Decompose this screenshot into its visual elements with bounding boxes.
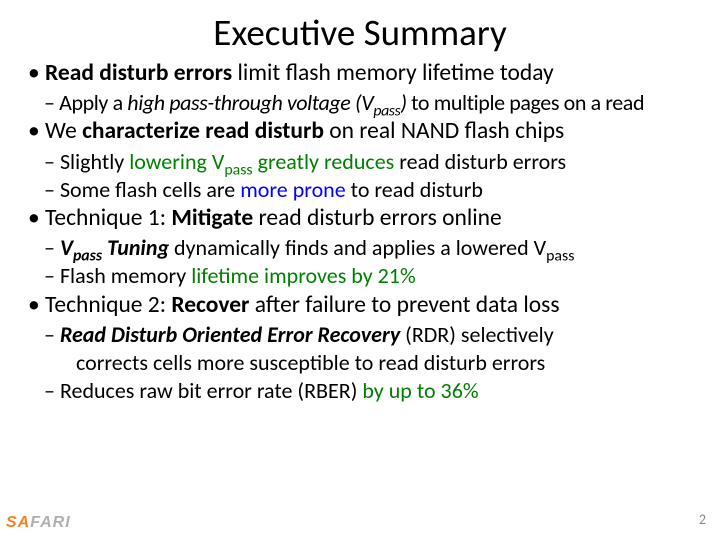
text-bold: Read disturb errors <box>45 59 232 87</box>
text: to multiple pages on a read <box>407 89 645 116</box>
text-green: lowering V <box>129 148 224 175</box>
text: Some flash cells are <box>60 176 240 203</box>
text: corrects cells more susceptible to read … <box>76 349 545 376</box>
text: Apply a <box>59 89 127 116</box>
text: Slightly <box>60 148 129 175</box>
text: read disturb errors online <box>253 204 502 232</box>
logo-part-grey: FARI <box>30 514 70 531</box>
bullet-technique-2: Technique 2: Recover after failure to pr… <box>28 291 692 320</box>
bullet-characterize: We characterize read disturb on real NAN… <box>28 117 692 146</box>
sub-rdr: Read Disturb Oriented Error Recovery (RD… <box>28 321 692 348</box>
text: Reduces raw bit error rate (RBER) <box>60 377 362 404</box>
text-blue: more prone <box>240 176 345 203</box>
bullet-read-disturb: Read disturb errors limit flash memory l… <box>28 59 692 88</box>
text-subscript: pass <box>546 247 574 266</box>
page-number: 2 <box>699 511 706 528</box>
text: Technique 1: <box>45 204 171 232</box>
text: dynamically finds and applies a lowered … <box>169 234 546 261</box>
sub-vpass-tuning: Vpass Tuning dynamically finds and appli… <box>28 234 692 261</box>
slide-body: Read disturb errors limit flash memory l… <box>28 59 692 405</box>
text: We <box>45 117 82 145</box>
text-italic: high pass-through voltage (V <box>127 89 373 116</box>
text-bold: characterize read disturb <box>82 117 324 145</box>
text-green: lifetime improves by 21% <box>191 262 416 289</box>
slide: Executive Summary Read disturb errors li… <box>0 0 720 540</box>
text: limit flash memory lifetime today <box>232 59 554 87</box>
sub-lifetime-improves: Flash memory lifetime improves by 21% <box>28 262 692 289</box>
text-bold: Mitigate <box>171 204 253 232</box>
text: Flash memory <box>60 262 191 289</box>
slide-title: Executive Summary <box>28 10 692 55</box>
sub-more-prone: Some flash cells are more prone to read … <box>28 176 692 203</box>
text-bold: Recover <box>171 291 249 319</box>
sub-rdr-cont: corrects cells more susceptible to read … <box>28 349 692 376</box>
safari-logo: SAFARI <box>6 514 71 532</box>
sub-lowering-vpass: Slightly lowering Vpass greatly reduces … <box>28 148 692 175</box>
text: read disturb errors <box>394 148 566 175</box>
sub-apply-voltage: Apply a high pass-through voltage (Vpass… <box>28 89 692 116</box>
text: (RDR) selectively <box>400 321 554 348</box>
bullet-technique-1: Technique 1: Mitigate read disturb error… <box>28 204 692 233</box>
text-bold-italic: V <box>60 234 73 261</box>
text: after failure to prevent data loss <box>249 291 559 319</box>
logo-part-orange: SA <box>6 514 30 531</box>
text-green: by up to 36% <box>362 377 478 404</box>
text: on real NAND flash chips <box>324 117 564 145</box>
text-green: greatly reduces <box>253 148 395 175</box>
text: Technique 2: <box>45 291 171 319</box>
text-bold-italic: Tuning <box>102 234 169 261</box>
text-bold-italic: Read Disturb Oriented Error Recovery <box>60 321 400 348</box>
sub-rber: Reduces raw bit error rate (RBER) by up … <box>28 377 692 404</box>
text: to read disturb <box>346 176 483 203</box>
